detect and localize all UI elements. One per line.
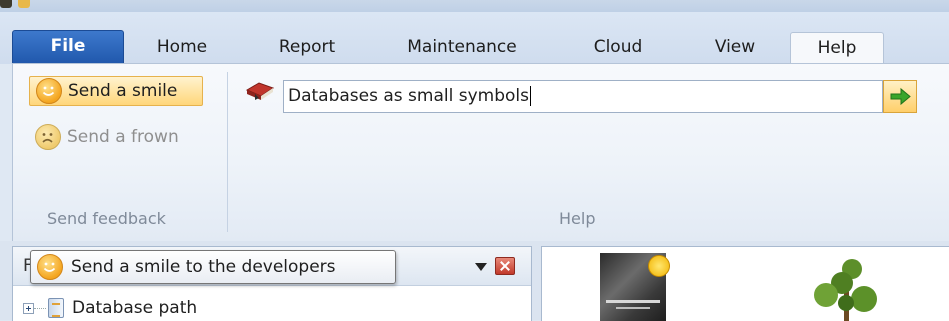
send-feedback-group-label: Send feedback bbox=[47, 209, 166, 228]
tree-item-database-path[interactable]: Database path bbox=[13, 295, 197, 321]
tooltip-text: Send a smile to the developers bbox=[71, 257, 336, 277]
tab-home[interactable]: Home bbox=[132, 32, 232, 64]
cover-title-line bbox=[606, 300, 660, 303]
text-caret bbox=[530, 86, 531, 106]
dropdown-arrow-icon[interactable] bbox=[475, 263, 487, 271]
help-group-label: Help bbox=[559, 209, 596, 228]
help-book-icon bbox=[243, 78, 279, 104]
tree-thumbnail[interactable] bbox=[802, 259, 892, 321]
send-smile-label: Send a smile bbox=[68, 81, 178, 101]
search-go-button[interactable] bbox=[883, 80, 917, 113]
database-icon bbox=[48, 298, 64, 318]
smile-tooltip: Send a smile to the developers bbox=[30, 250, 396, 284]
send-frown-button[interactable]: Send a frown bbox=[29, 122, 219, 152]
help-search-input[interactable]: Databases as small symbols bbox=[283, 80, 883, 113]
content-panel bbox=[541, 246, 949, 321]
quick-access-icon[interactable] bbox=[18, 0, 30, 8]
frown-icon bbox=[35, 124, 61, 150]
tree-item-label: Database path bbox=[72, 298, 198, 318]
help-search-value: Databases as small symbols bbox=[288, 86, 529, 106]
expand-icon[interactable] bbox=[23, 302, 34, 314]
tab-report[interactable]: Report bbox=[252, 32, 362, 64]
favorite-badge-icon bbox=[648, 255, 670, 277]
smile-icon bbox=[37, 254, 63, 280]
send-smile-button[interactable]: Send a smile bbox=[29, 76, 203, 106]
tab-maintenance[interactable]: Maintenance bbox=[382, 32, 542, 64]
close-icon[interactable] bbox=[495, 257, 515, 275]
tab-file[interactable]: File bbox=[12, 30, 124, 65]
group-separator bbox=[227, 72, 228, 232]
tab-view[interactable]: View bbox=[690, 32, 780, 64]
smile-icon bbox=[36, 78, 62, 104]
app-icon bbox=[0, 0, 12, 8]
go-arrow-icon bbox=[890, 87, 911, 106]
send-frown-label: Send a frown bbox=[67, 127, 179, 147]
ribbon-tab-bar: File Home Report Maintenance Cloud View … bbox=[0, 12, 949, 66]
tab-cloud[interactable]: Cloud bbox=[566, 32, 670, 64]
ribbon-panel: Send a smile Send a frown Send feedback … bbox=[12, 63, 949, 243]
cover-subtitle-line bbox=[616, 307, 650, 309]
tree-connector bbox=[34, 307, 46, 309]
tab-help[interactable]: Help bbox=[790, 32, 884, 66]
book-cover-thumbnail[interactable] bbox=[600, 253, 670, 321]
